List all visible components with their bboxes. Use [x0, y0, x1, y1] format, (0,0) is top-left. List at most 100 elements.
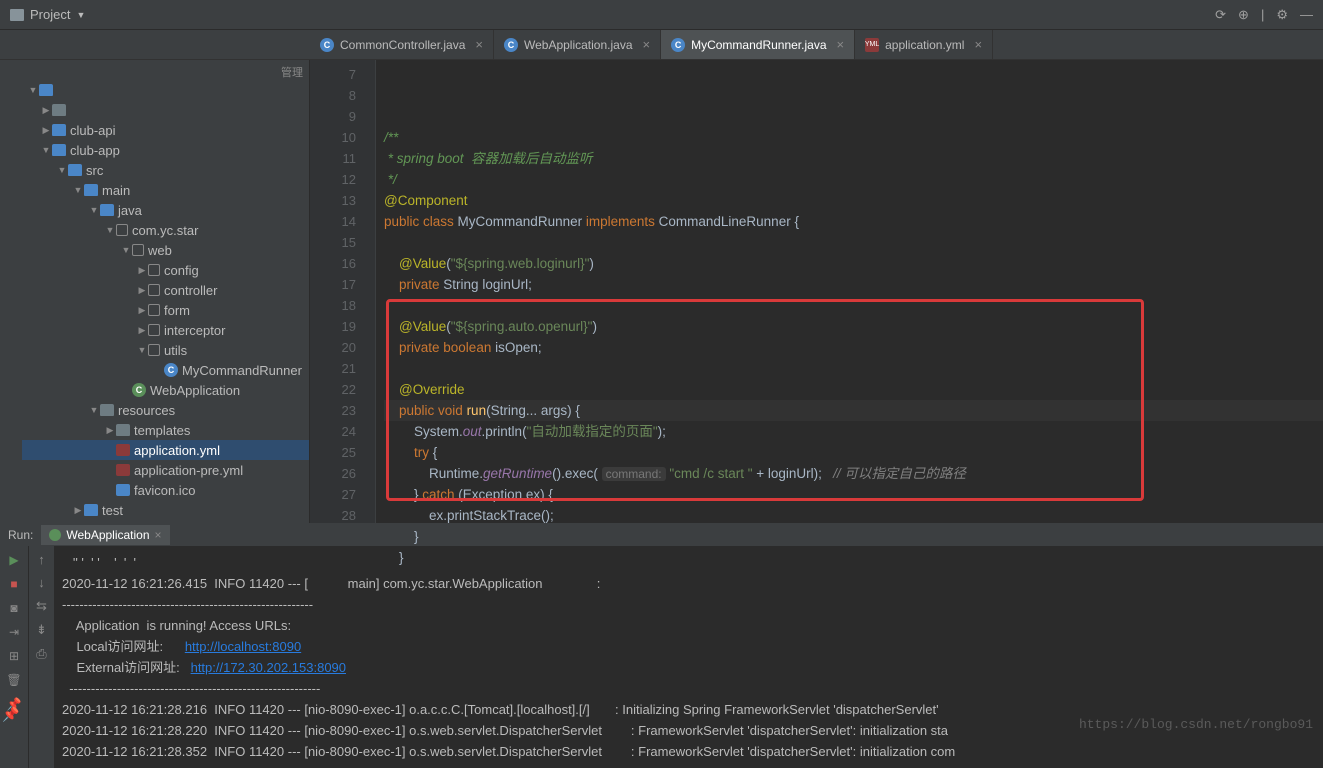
tree-item-utils[interactable]: ▼utils	[22, 340, 309, 360]
tree-item-templates[interactable]: ▶templates	[22, 420, 309, 440]
tree-item-root[interactable]: ▶	[22, 100, 309, 120]
tab-mycommandrunner-java[interactable]: CMyCommandRunner.java×	[661, 30, 855, 59]
tree-item-config[interactable]: ▶config	[22, 260, 309, 280]
twisty-icon[interactable]: ▶	[136, 285, 148, 296]
code-line[interactable]: ex.printStackTrace();	[384, 505, 1323, 526]
code-line[interactable]: /**	[384, 127, 1323, 148]
code-line[interactable]: }	[384, 526, 1323, 547]
twisty-icon[interactable]: ▶	[40, 105, 52, 116]
close-icon[interactable]: ×	[155, 528, 162, 542]
twisty-icon[interactable]: ▼	[56, 165, 68, 175]
tab-commoncontroller-java[interactable]: CCommonController.java×	[310, 30, 494, 59]
tree-item-target[interactable]: ▶target	[22, 520, 309, 523]
layout-icon[interactable]: ⊞	[6, 648, 22, 664]
tree-item-src[interactable]: ▼src	[22, 160, 309, 180]
tree-item-root[interactable]: ▼	[22, 80, 309, 100]
code-line[interactable]	[384, 568, 1323, 589]
code-line[interactable]: @Component	[384, 190, 1323, 211]
twisty-icon[interactable]: ▶	[72, 505, 84, 516]
wrap-icon[interactable]: ⇆	[36, 598, 47, 614]
twisty-icon[interactable]: ▼	[27, 85, 39, 95]
code-line[interactable]: }	[384, 547, 1323, 568]
project-dropdown[interactable]: Project ▼	[0, 7, 95, 22]
folder-blue-icon	[52, 124, 66, 136]
close-icon[interactable]: ×	[974, 37, 982, 52]
run-config-icon	[49, 529, 61, 541]
twisty-icon[interactable]: ▶	[104, 425, 116, 436]
tab-webapplication-java[interactable]: CWebApplication.java×	[494, 30, 661, 59]
tree-item-resources[interactable]: ▼ resources	[22, 400, 309, 420]
tree-item-main[interactable]: ▼main	[22, 180, 309, 200]
code-line[interactable]: private boolean isOpen;	[384, 337, 1323, 358]
tree-item-com-yc-star[interactable]: ▼com.yc.star	[22, 220, 309, 240]
locate-icon[interactable]: ⊕	[1238, 7, 1249, 23]
code-line[interactable]: public class MyCommandRunner implements …	[384, 211, 1323, 232]
close-icon[interactable]: ×	[837, 37, 845, 52]
twisty-icon[interactable]: ▼	[136, 345, 148, 355]
exit-icon[interactable]: ⇥	[6, 624, 22, 640]
code-line[interactable]	[384, 232, 1323, 253]
code-line[interactable]: @Override	[384, 379, 1323, 400]
twisty-icon[interactable]: ▼	[88, 405, 100, 415]
trash-icon[interactable]: 🗑	[6, 672, 22, 688]
code-line[interactable]	[384, 358, 1323, 379]
up-icon[interactable]: ↑	[38, 552, 45, 567]
collapse-icon[interactable]: —	[1300, 7, 1313, 23]
stop-icon[interactable]: ■	[6, 576, 22, 592]
tree-label: favicon.ico	[134, 483, 195, 498]
print-icon[interactable]: ⎙	[36, 646, 46, 662]
tree-item-application-yml[interactable]: application.yml	[22, 440, 309, 460]
twisty-icon[interactable]: ▼	[104, 225, 116, 235]
code-line[interactable]: @Value("${spring.auto.openurl}")	[384, 316, 1323, 337]
rerun-icon[interactable]: ▶	[6, 552, 22, 568]
twisty-icon[interactable]: ▼	[40, 145, 52, 155]
twisty-icon[interactable]: ▶	[136, 265, 148, 276]
down-icon[interactable]: ↓	[38, 575, 45, 590]
code-line[interactable]: try {	[384, 442, 1323, 463]
code-body[interactable]: /** * spring boot 容器加载后自动监听 */@Component…	[376, 60, 1323, 523]
code-line[interactable]: */	[384, 169, 1323, 190]
code-line[interactable]: System.out.println("自动加载指定的页面");	[384, 421, 1323, 442]
close-icon[interactable]: ×	[643, 37, 651, 52]
tree-item-test[interactable]: ▶test	[22, 500, 309, 520]
twisty-icon[interactable]: ▶	[136, 325, 148, 336]
tree-label: WebApplication	[150, 383, 240, 398]
twisty-icon[interactable]: ▼	[72, 185, 84, 195]
run-tab[interactable]: WebApplication ×	[41, 525, 169, 545]
tree-item-webapplication[interactable]: CWebApplication	[22, 380, 309, 400]
code-line[interactable]: private String loginUrl;	[384, 274, 1323, 295]
camera-icon[interactable]: ◙	[6, 600, 22, 616]
code-line[interactable]: * spring boot 容器加载后自动监听	[384, 148, 1323, 169]
tree-item-web[interactable]: ▼web	[22, 240, 309, 260]
twisty-icon[interactable]: ▶	[40, 125, 52, 136]
tree-item-mycommandrunner[interactable]: CMyCommandRunner	[22, 360, 309, 380]
code-line[interactable]: } catch (Exception ex) {	[384, 484, 1323, 505]
tree-item-controller[interactable]: ▶controller	[22, 280, 309, 300]
console-line: Local访问网址: http://localhost:8090	[62, 636, 1315, 657]
code-line[interactable]: Runtime.getRuntime().exec( command: "cmd…	[384, 463, 1323, 484]
twisty-icon[interactable]: ▼	[88, 205, 100, 215]
tree-item-club-app[interactable]: ▼club-app	[22, 140, 309, 160]
tab-label: WebApplication.java	[524, 38, 633, 52]
scroll-icon[interactable]: ⇟	[36, 622, 47, 638]
code-line[interactable]	[384, 295, 1323, 316]
fold-gutter[interactable]	[362, 60, 376, 523]
twisty-icon[interactable]: ▶	[136, 305, 148, 316]
tree-item-favicon-ico[interactable]: favicon.ico	[22, 480, 309, 500]
tree-label: resources	[118, 403, 175, 418]
pin-handle[interactable]: 📌	[0, 706, 22, 723]
close-icon[interactable]: ×	[475, 37, 483, 52]
code-line[interactable]: @Value("${spring.web.loginurl}")	[384, 253, 1323, 274]
tree-item-interceptor[interactable]: ▶interceptor	[22, 320, 309, 340]
sync-icon[interactable]: ⟳	[1215, 7, 1226, 23]
tab-application-yml[interactable]: YMLapplication.yml×	[855, 30, 993, 59]
code-line[interactable]: public void run(String... args) {	[384, 400, 1323, 421]
tree-item-form[interactable]: ▶form	[22, 300, 309, 320]
tree-item-java[interactable]: ▼java	[22, 200, 309, 220]
code-editor[interactable]: 7891011121314151617181920212223242526272…	[310, 60, 1323, 523]
project-tree[interactable]: 管理 ▼▶▶club-api▼club-app▼src▼main▼java▼co…	[22, 60, 310, 523]
gear-icon[interactable]: ⚙	[1276, 7, 1288, 23]
tree-item-application-pre-yml[interactable]: application-pre.yml	[22, 460, 309, 480]
tree-item-club-api[interactable]: ▶club-api	[22, 120, 309, 140]
twisty-icon[interactable]: ▼	[120, 245, 132, 255]
